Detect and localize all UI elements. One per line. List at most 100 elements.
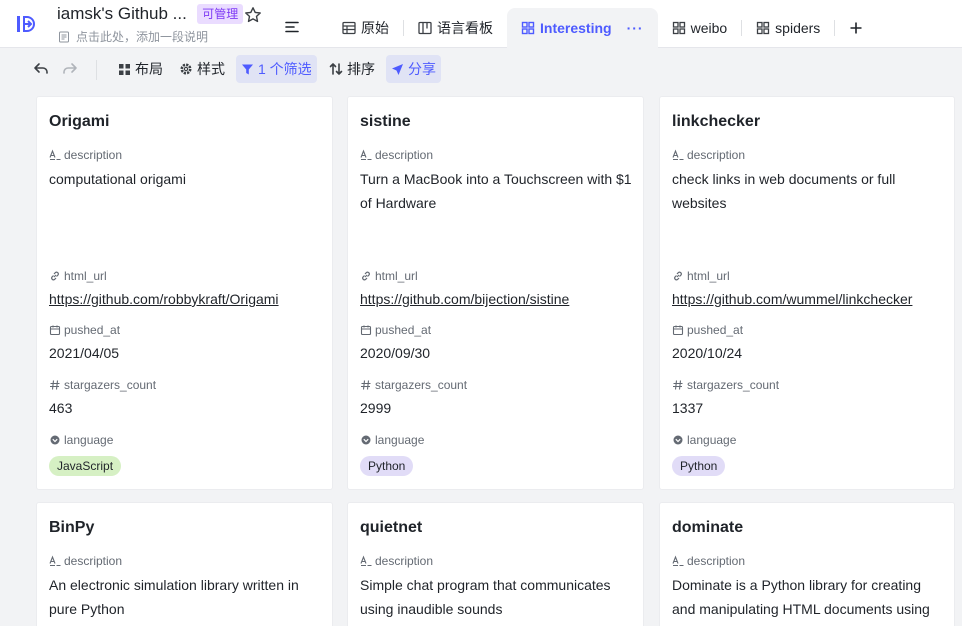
card-title: sistine xyxy=(360,113,411,130)
record-card[interactable]: linkchecker description check links in w… xyxy=(659,96,955,490)
kanban-icon xyxy=(418,21,432,35)
description-value: Dominate is a Python library for creatin… xyxy=(672,577,930,617)
single-select-icon xyxy=(50,435,60,445)
gear-icon xyxy=(180,63,192,75)
field-label-description: description xyxy=(360,148,433,162)
field-label-language: language xyxy=(672,433,736,447)
layout-button[interactable]: 布局 xyxy=(113,55,168,83)
view-toolbar: 布局 样式 1 个筛选 排序 分享 xyxy=(0,48,962,90)
single-select-icon xyxy=(673,435,683,445)
sort-button[interactable]: 排序 xyxy=(324,55,380,83)
filter-icon xyxy=(242,64,253,74)
sidebar-toggle-icon[interactable] xyxy=(284,19,302,37)
send-icon xyxy=(392,63,403,75)
card-title: Origami xyxy=(49,113,110,130)
permission-badge: 可管理 xyxy=(197,4,244,24)
share-button[interactable]: 分享 xyxy=(386,55,441,83)
link-icon xyxy=(674,271,682,281)
base-title-block: iamsk's Github ... 可管理 xyxy=(57,4,244,24)
text-field-icon xyxy=(49,555,61,567)
gallery-icon xyxy=(672,21,685,35)
calendar-icon xyxy=(672,325,684,336)
link-icon xyxy=(51,271,59,281)
base-title[interactable]: iamsk's Github ... xyxy=(57,4,187,24)
view-tabs: 原始 语言看板 Interesting ··· weibo spiders xyxy=(328,8,877,48)
gallery-icon xyxy=(521,21,535,35)
record-card[interactable]: dominate description Dominate is a Pytho… xyxy=(659,502,955,626)
undo-icon xyxy=(34,63,48,74)
more-options-icon[interactable]: ··· xyxy=(627,20,644,36)
link-icon xyxy=(362,271,370,281)
field-label-description: description xyxy=(49,148,122,162)
tab-original[interactable]: 原始 xyxy=(328,8,403,48)
field-label-language: language xyxy=(49,433,113,447)
field-label-description: description xyxy=(672,554,745,568)
filter-label: 1 个筛选 xyxy=(258,61,312,77)
stargazers-value: 1337 xyxy=(672,400,704,416)
record-card[interactable]: quietnet description Simple chat program… xyxy=(347,502,644,626)
star-icon[interactable] xyxy=(244,6,264,26)
text-field-icon xyxy=(49,149,61,161)
text-field-icon xyxy=(672,149,684,161)
pushed-at-value: 2021/04/05 xyxy=(49,345,120,361)
tab-weibo[interactable]: weibo xyxy=(658,8,742,48)
back-home-icon[interactable] xyxy=(8,8,44,40)
tab-language-kanban[interactable]: 语言看板 xyxy=(404,8,507,48)
grid-table-icon xyxy=(342,21,356,35)
gallery-icon xyxy=(757,21,770,35)
card-title: quietnet xyxy=(360,519,423,536)
tab-spiders[interactable]: spiders xyxy=(742,8,834,48)
share-label: 分享 xyxy=(408,61,436,77)
field-label-stargazers: stargazers_count xyxy=(360,378,467,392)
calendar-icon xyxy=(360,325,372,336)
style-label: 样式 xyxy=(197,61,225,77)
description-value: computational origami xyxy=(49,171,186,187)
field-label-html-url: html_url xyxy=(360,269,418,283)
field-label-stargazers: stargazers_count xyxy=(49,378,156,392)
field-label-pushed-at: pushed_at xyxy=(360,323,431,337)
pushed-at-value: 2020/10/24 xyxy=(672,345,743,361)
style-button[interactable]: 样式 xyxy=(174,55,230,83)
html-url-link[interactable]: https://github.com/robbykraft/Origami xyxy=(49,287,325,311)
pushed-at-value: 2020/09/30 xyxy=(360,345,431,361)
description-value: check links in web documents or full web… xyxy=(672,171,896,211)
number-icon xyxy=(361,380,371,390)
field-label-description: description xyxy=(49,554,122,568)
top-header: iamsk's Github ... 可管理 点击此处，添加一段说明 原始 语言… xyxy=(0,0,962,48)
tab-label: 语言看板 xyxy=(437,20,493,36)
field-label-html-url: html_url xyxy=(49,269,107,283)
toolbar-divider xyxy=(96,60,97,80)
language-tag: JavaScript xyxy=(49,456,122,476)
record-card[interactable]: sistine description Turn a MacBook into … xyxy=(347,96,644,490)
text-field-icon xyxy=(360,149,372,161)
tab-label: weibo xyxy=(690,20,728,36)
calendar-icon xyxy=(49,325,61,336)
undo-button[interactable] xyxy=(28,55,54,83)
tab-label: Interesting xyxy=(540,20,612,36)
add-view-button[interactable] xyxy=(835,8,877,48)
language-tag: Python xyxy=(360,456,414,476)
record-card[interactable]: BinPy description An electronic simulati… xyxy=(36,502,333,626)
html-url-link[interactable]: https://github.com/bijection/sistine xyxy=(360,287,636,311)
tab-interesting[interactable]: Interesting ··· xyxy=(507,8,658,48)
card-title: BinPy xyxy=(49,519,95,536)
description-placeholder: 点击此处，添加一段说明 xyxy=(76,30,209,44)
field-label-stargazers: stargazers_count xyxy=(672,378,779,392)
field-label-pushed-at: pushed_at xyxy=(672,323,743,337)
field-label-description: description xyxy=(672,148,745,162)
note-icon xyxy=(59,31,69,42)
card-title: linkchecker xyxy=(672,113,761,130)
stargazers-value: 463 xyxy=(49,400,73,416)
stargazers-value: 2999 xyxy=(360,400,392,416)
text-field-icon xyxy=(672,555,684,567)
field-label-pushed-at: pushed_at xyxy=(49,323,120,337)
layout-label: 布局 xyxy=(135,61,163,77)
record-card[interactable]: Origami description computational origam… xyxy=(36,96,333,490)
field-label-html-url: html_url xyxy=(672,269,730,283)
text-field-icon xyxy=(360,555,372,567)
filter-button[interactable]: 1 个筛选 xyxy=(236,55,317,83)
description-value: Turn a MacBook into a Touchscreen with $… xyxy=(360,171,632,211)
base-description[interactable]: 点击此处，添加一段说明 xyxy=(58,28,208,45)
redo-button[interactable] xyxy=(57,55,83,83)
html-url-link[interactable]: https://github.com/wummel/linkchecker xyxy=(672,287,948,311)
